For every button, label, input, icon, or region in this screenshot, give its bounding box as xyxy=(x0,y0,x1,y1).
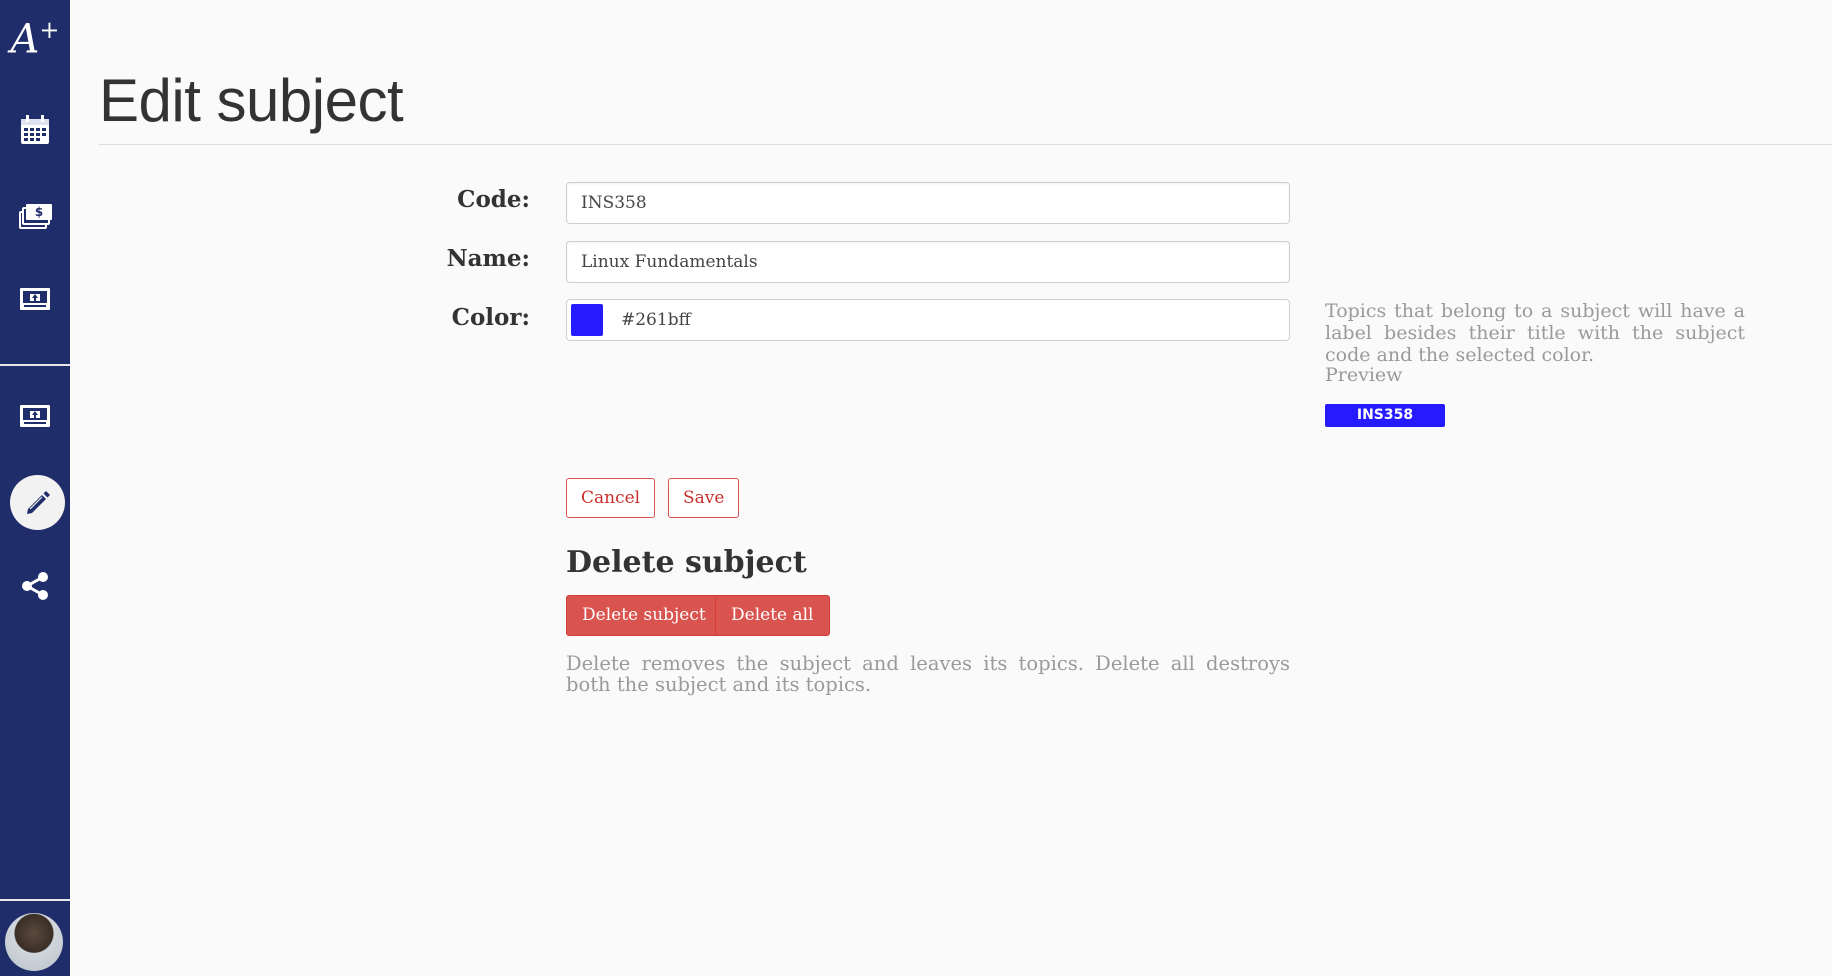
svg-text:$: $ xyxy=(35,205,43,219)
money-stack-icon: $ xyxy=(19,204,52,229)
code-label: Code: xyxy=(457,186,530,213)
avatar[interactable] xyxy=(5,913,63,971)
app-logo[interactable]: A+ xyxy=(0,0,70,63)
sidebar-item-board-2[interactable] xyxy=(0,387,70,447)
sidebar-item-share[interactable] xyxy=(0,556,70,616)
sidebar-divider-bottom xyxy=(0,899,70,901)
color-field[interactable]: #261bff xyxy=(566,299,1290,341)
sidebar-item-calendar[interactable] xyxy=(0,100,70,160)
sidebar-item-board[interactable] xyxy=(0,270,70,330)
save-button[interactable]: Save xyxy=(668,478,740,518)
sidebar-divider xyxy=(0,364,70,366)
cancel-button[interactable]: Cancel xyxy=(566,478,656,518)
color-label: Color: xyxy=(451,304,530,331)
sidebar-item-finances[interactable]: $ xyxy=(0,186,70,246)
name-input[interactable] xyxy=(566,241,1290,283)
share-icon xyxy=(22,572,48,600)
delete-section-title: Delete subject xyxy=(566,545,807,580)
preview-badge: INS358 xyxy=(1325,404,1445,427)
page-title: Edit subject xyxy=(99,67,404,134)
color-value: #261bff xyxy=(621,310,691,330)
sidebar: A+ $ xyxy=(0,0,70,976)
logo-sup: + xyxy=(39,16,60,44)
delete-all-button[interactable]: Delete all xyxy=(715,595,830,636)
sidebar-item-edit[interactable] xyxy=(10,475,65,530)
color-help-text: Topics that belong to a subject will hav… xyxy=(1325,300,1745,366)
color-swatch[interactable] xyxy=(571,304,603,336)
preview-label: Preview xyxy=(1325,364,1403,386)
name-label: Name: xyxy=(446,245,530,272)
delete-subject-button[interactable]: Delete subject xyxy=(566,595,722,636)
title-divider xyxy=(99,144,1832,145)
upload-board-icon xyxy=(20,288,50,310)
calendar-icon xyxy=(21,115,49,144)
code-input[interactable] xyxy=(566,182,1290,224)
logo-text: A xyxy=(10,16,40,63)
upload-board-icon xyxy=(20,405,50,427)
delete-help-text: Delete removes the subject and leaves it… xyxy=(566,652,1290,696)
pencil-icon xyxy=(26,490,50,514)
